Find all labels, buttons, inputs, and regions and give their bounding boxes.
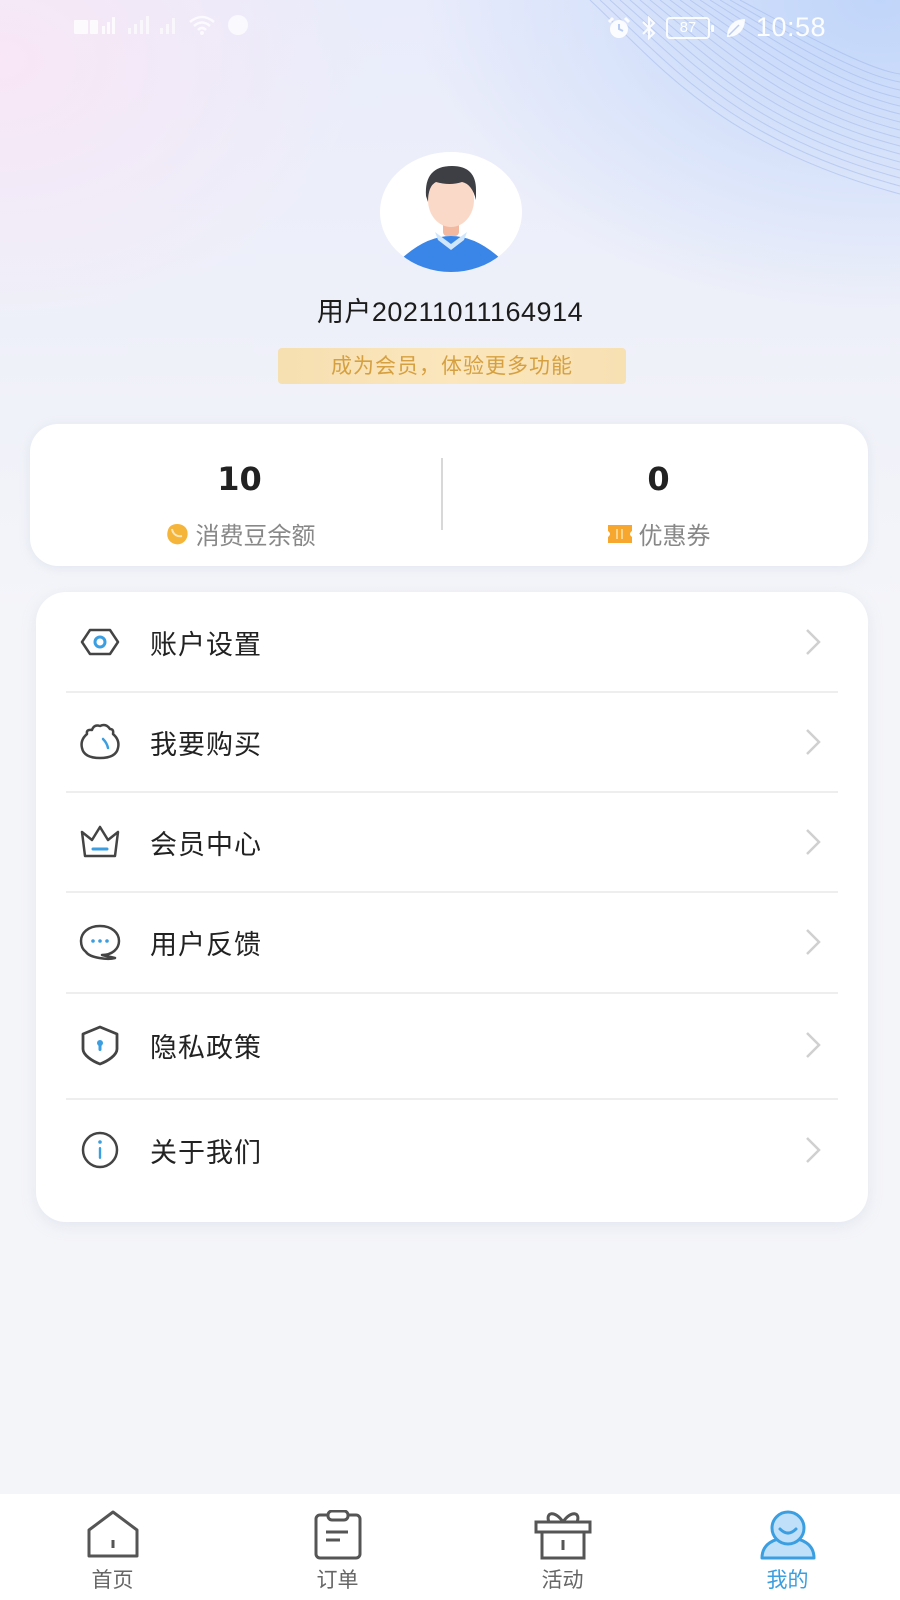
coupon-label-row: 优惠券 <box>449 516 868 551</box>
message-icon <box>228 15 248 35</box>
menu-card: 账户设置 我要购买 会员中心 用户反馈 隐私政策 关于我们 <box>36 592 868 1222</box>
avatar[interactable] <box>380 152 522 272</box>
menu-item-label: 隐私政策 <box>150 1032 262 1064</box>
leaf-icon <box>726 18 745 37</box>
menu-item-member-center[interactable]: 会员中心 <box>66 792 838 892</box>
tab-home[interactable]: 首页 <box>0 1494 225 1600</box>
chevron-right-icon <box>806 929 821 955</box>
menu-item-feedback[interactable]: 用户反馈 <box>66 892 838 992</box>
bottom-tab-bar: 首页 订单 活动 我的 <box>0 1494 900 1600</box>
menu-item-purchase[interactable]: 我要购买 <box>66 692 838 792</box>
alarm-icon <box>607 16 630 38</box>
tab-label: 订单 <box>316 1568 359 1592</box>
clipboard-icon <box>314 1510 362 1560</box>
coupon-icon <box>607 524 632 543</box>
signal-icon <box>128 16 175 34</box>
menu-item-label: 关于我们 <box>150 1137 262 1169</box>
tab-orders[interactable]: 订单 <box>225 1494 450 1600</box>
status-bar: 87 10:58 <box>0 0 900 56</box>
bean-balance-label: 消费豆余额 <box>195 522 316 550</box>
menu-item-label: 用户反馈 <box>150 929 262 961</box>
status-left <box>74 14 250 36</box>
signal-icon <box>74 17 115 34</box>
coupon-value: 0 <box>647 460 670 498</box>
battery-level: 87 <box>679 19 697 36</box>
wifi-icon <box>189 15 215 35</box>
become-member-button[interactable]: 成为会员，体验更多功能 <box>278 348 626 384</box>
bean-balance-value: 10 <box>217 460 262 498</box>
menu-item-about-us[interactable]: 关于我们 <box>66 1100 838 1200</box>
chevron-right-icon <box>806 729 821 755</box>
bean-icon <box>166 523 188 544</box>
tab-label: 活动 <box>541 1568 584 1592</box>
chevron-right-icon <box>806 1137 821 1163</box>
tab-label: 首页 <box>91 1568 134 1592</box>
tab-activities[interactable]: 活动 <box>450 1494 675 1600</box>
chevron-right-icon <box>806 629 821 655</box>
stats-divider <box>441 458 443 530</box>
info-icon <box>81 1131 119 1169</box>
tab-label: 我的 <box>766 1568 809 1592</box>
chat-bubble-icon <box>79 924 121 960</box>
account-settings-icon <box>80 628 120 656</box>
avatar-person-icon <box>380 152 522 272</box>
gift-icon <box>534 1512 592 1560</box>
user-icon <box>760 1510 816 1560</box>
bluetooth-icon <box>642 15 656 40</box>
menu-item-label: 账户设置 <box>150 629 262 661</box>
coupon-stat[interactable]: 0 优惠券 <box>449 424 868 566</box>
bean-balance-label-row: 消费豆余额 <box>30 516 449 551</box>
coupon-label: 优惠券 <box>638 522 711 550</box>
stats-card: 10 消费豆余额 0 优惠券 <box>30 424 868 566</box>
purchase-bag-icon <box>80 723 120 760</box>
menu-item-label: 会员中心 <box>150 829 262 861</box>
menu-item-account-settings[interactable]: 账户设置 <box>66 592 838 692</box>
tab-mine[interactable]: 我的 <box>675 1494 900 1600</box>
battery-icon: 87 <box>665 16 714 39</box>
menu-item-label: 我要购买 <box>150 729 262 761</box>
chevron-right-icon <box>806 829 821 855</box>
bean-balance-stat[interactable]: 10 消费豆余额 <box>30 424 449 566</box>
chevron-right-icon <box>806 1032 821 1058</box>
menu-item-privacy-policy[interactable]: 隐私政策 <box>66 995 838 1095</box>
username: 用户20211011164914 <box>316 297 584 327</box>
shield-icon <box>81 1025 119 1066</box>
crown-icon <box>80 825 120 858</box>
status-time: 10:58 <box>755 12 826 42</box>
menu-divider <box>66 992 838 994</box>
status-right: 87 10:58 <box>606 12 826 43</box>
home-icon <box>87 1510 139 1558</box>
